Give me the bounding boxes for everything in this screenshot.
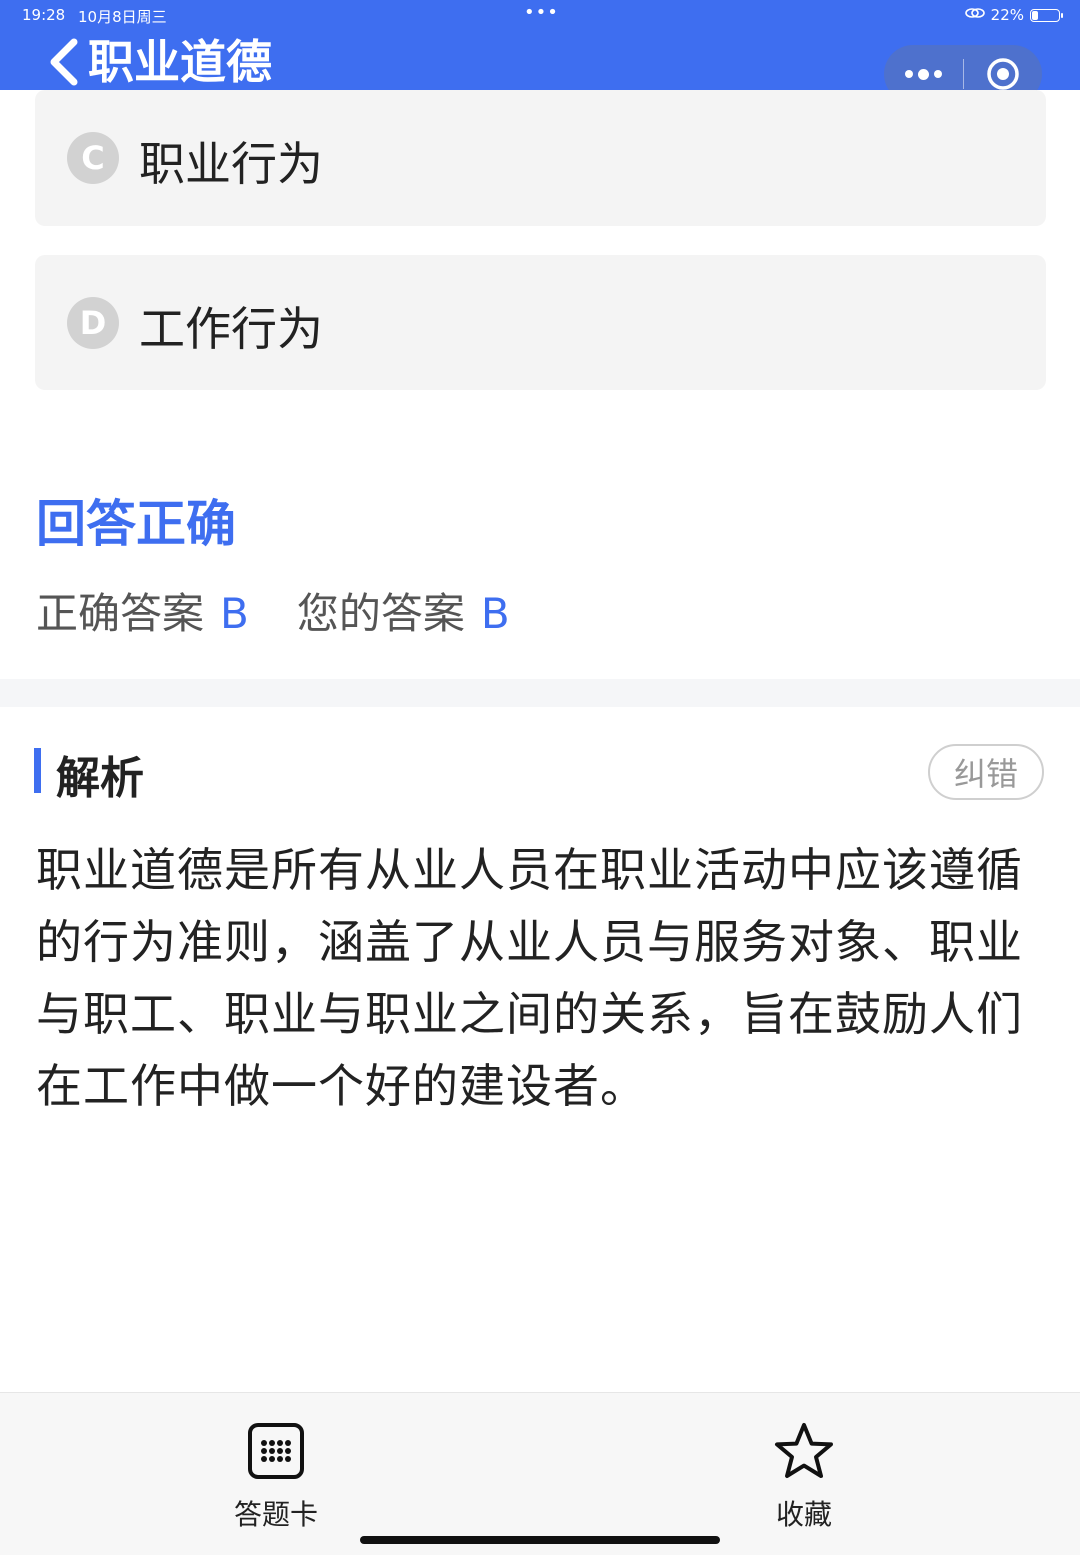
option-text: 职业行为 [139,137,323,191]
result-title: 回答正确 [36,495,236,553]
target-close-icon [986,58,1019,90]
favorite-label: 收藏 [775,1498,832,1531]
multitask-dots[interactable]: ••• [524,2,559,23]
answer-summary: 正确答案 B 您的答案 B [36,580,510,641]
bottom-toolbar: 答题卡 收藏 [0,1392,1080,1555]
status-time: 19:28 [22,6,66,24]
status-bar: 19:28 10月8日周三 ••• 22% [0,0,1080,34]
status-right: 22% [964,6,1063,24]
your-answer-label: 您的答案 [296,589,465,638]
option-text: 工作行为 [139,302,323,356]
section-accent-bar [34,748,41,793]
favorite-button[interactable]: 收藏 [724,1393,884,1555]
star-icon [775,1423,833,1478]
report-error-button[interactable]: 纠错 [928,744,1044,800]
grid-icon [248,1423,304,1479]
battery-fill [1032,10,1038,20]
your-answer-value: B [480,589,510,638]
option-c[interactable]: C 职业行为 [35,90,1046,226]
option-d[interactable]: D 工作行为 [35,255,1046,390]
battery-icon [1030,8,1063,22]
home-indicator[interactable] [360,1536,720,1544]
analysis-text: 职业道德是所有从业人员在职业活动中应该遵循的行为准则，涵盖了从业人员与服务对象、… [36,843,1023,1113]
more-dot-icon [918,68,929,80]
battery-percent: 22% [990,6,1024,24]
more-dot-icon [934,70,942,78]
answer-card-label: 答题卡 [233,1498,318,1531]
correct-answer-label: 正确答案 [36,589,205,638]
answer-card-button[interactable]: 答题卡 [196,1393,356,1555]
more-dot-icon [905,70,913,78]
correct-answer-value: B [220,589,249,638]
analysis-title: 解析 [56,753,144,804]
back-arrow-icon [50,38,78,86]
section-divider [0,679,1080,707]
status-date: 10月8日周三 [78,8,167,26]
option-letter-badge: D [67,297,119,349]
back-button[interactable] [44,36,88,88]
wifi-link-icon [964,6,985,24]
option-letter-badge: C [67,132,119,184]
page-title: 职业道德 [88,35,272,89]
